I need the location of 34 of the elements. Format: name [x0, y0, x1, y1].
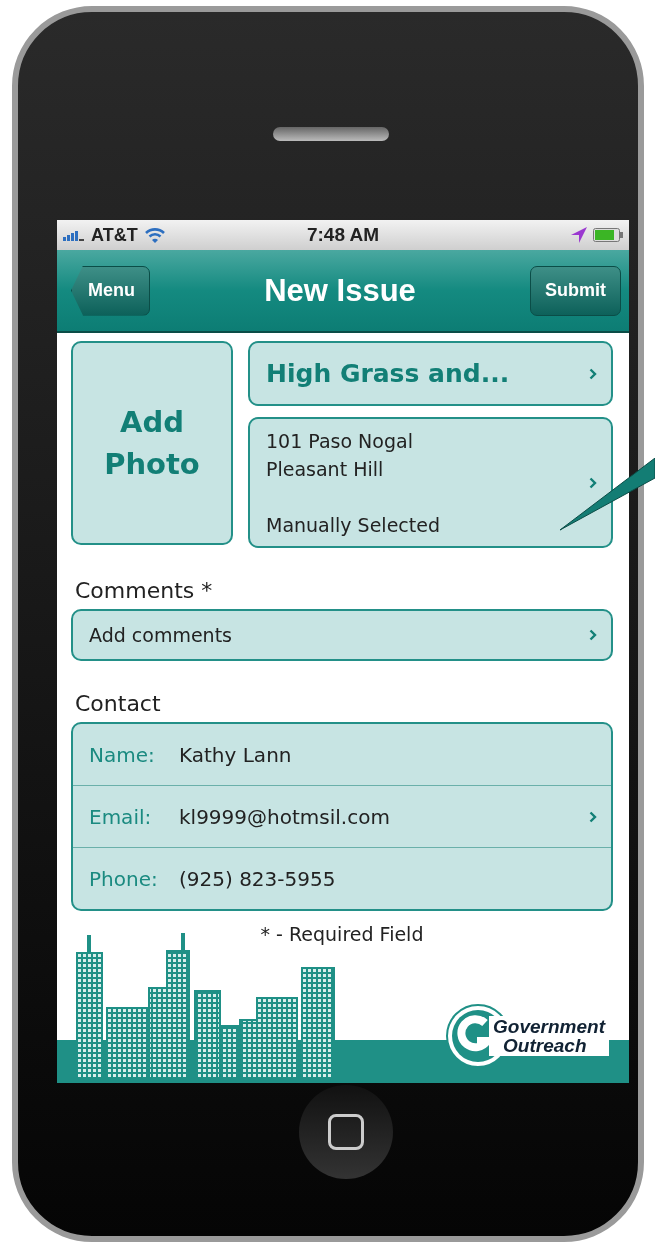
chevron-icon [589, 367, 597, 380]
field-value: (925) 823-5955 [179, 866, 337, 891]
location-note: Manually Selected [266, 512, 440, 538]
location-selector[interactable]: 101 Paso Nogal Pleasant Hill Manually Selected [248, 417, 613, 548]
chevron-icon [589, 629, 597, 641]
contact-row[interactable]: Phone: (925) 823-5955 [73, 847, 611, 909]
logo-text: Government [493, 1017, 605, 1036]
contact-row[interactable]: Name: Kathy Lann [73, 724, 611, 785]
section-label: Contact [75, 691, 162, 716]
screen-title: New Issue [264, 272, 416, 309]
signal-icon [63, 229, 85, 241]
add-photo-button[interactable]: Add Photo [71, 341, 233, 545]
contact-row[interactable]: Email: kl9999@hotmsil.com [73, 785, 611, 847]
field-value: Kathy Lann [179, 742, 293, 767]
comments-field[interactable]: Add comments [71, 609, 613, 661]
category-selector[interactable]: High Grass and... [248, 341, 613, 406]
footnote-text: * - Required Field [259, 923, 425, 945]
field-label: Name: [89, 742, 156, 767]
address-line: Pleasant Hill [266, 456, 385, 482]
carrier-name: AT&T [91, 224, 138, 246]
logo-text: Outreach [502, 1036, 588, 1055]
section-label: Comments * [75, 578, 214, 603]
submit-button[interactable]: Submit [530, 265, 621, 316]
back-button[interactable]: Menu [71, 265, 150, 316]
address-line: 101 Paso Nogal [266, 428, 414, 454]
field-value: kl9999@hotmsil.com [179, 804, 391, 829]
chevron-icon [589, 810, 597, 823]
chevron-icon [589, 476, 597, 489]
status-time: 7:48 AM [306, 224, 380, 246]
battery-icon [593, 228, 623, 242]
field-label: Phone: [89, 866, 159, 891]
field-label: Email: [89, 804, 153, 829]
location-arrow-icon [571, 227, 587, 243]
wifi-icon [143, 227, 166, 243]
